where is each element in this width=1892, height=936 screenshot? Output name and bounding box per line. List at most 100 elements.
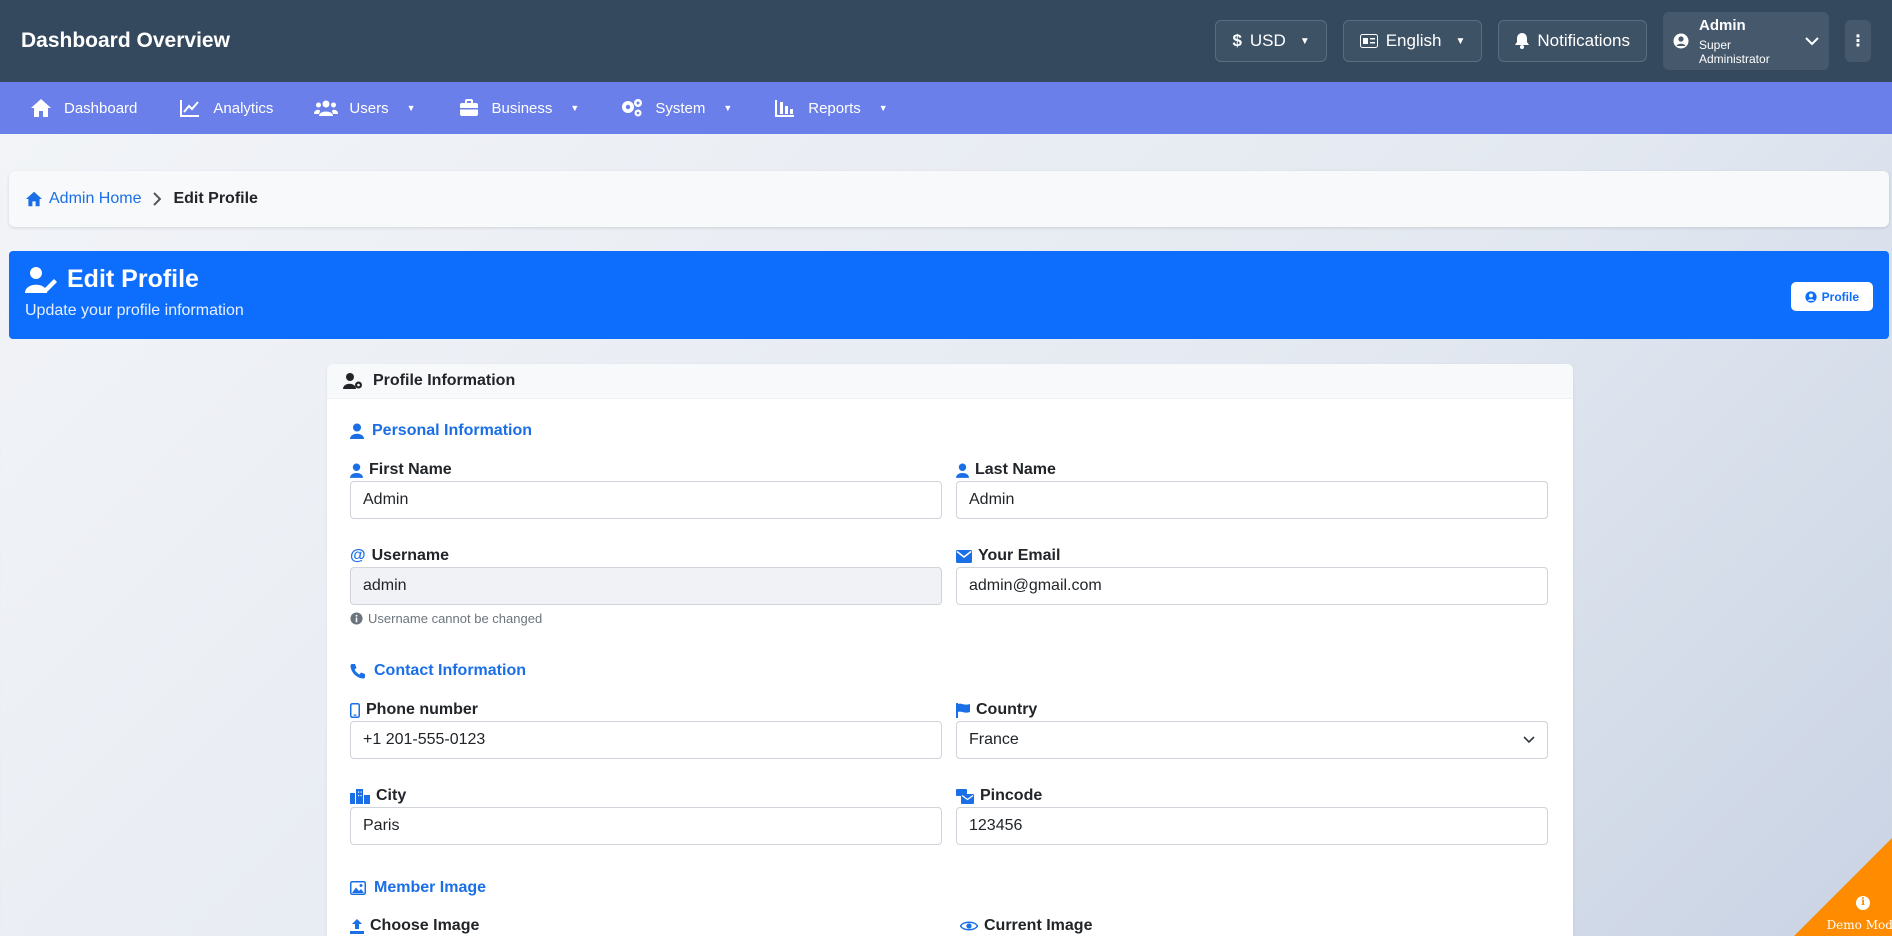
more-options-button[interactable]: ⋮ [1845,20,1871,62]
mobile-icon [350,702,360,718]
username-hint: Username cannot be changed [350,611,542,626]
caret-down-icon: ▼ [1299,35,1310,47]
bar-chart-icon [772,99,798,117]
username-field: @ Username admin Username cannot be chan… [350,546,942,632]
breadcrumb-home-label: Admin Home [49,190,142,207]
demo-mode-label: Demo Mode [1826,918,1892,932]
email-field: Your Email admin@gmail.com [956,546,1548,608]
currency-label: USD [1249,31,1286,50]
flag-icon [956,702,970,718]
city-input[interactable]: Paris [350,807,942,845]
country-select[interactable]: France [956,721,1548,759]
gears-icon [619,98,645,118]
nav-label: Dashboard [64,99,138,117]
nav-item-business[interactable]: Business ▼ [456,99,580,117]
image-icon [350,881,366,895]
breadcrumb: Admin Home Edit Profile [9,171,1889,227]
user-menu[interactable]: Admin Super Administrator [1663,12,1829,70]
section-contact-info: Contact Information [350,662,526,680]
language-dropdown[interactable]: English ▼ [1342,20,1483,62]
pincode-label: Pincode [956,786,1548,806]
username-label: @ Username [350,547,449,564]
user-role: Super Administrator [1699,37,1770,66]
city-icon [350,788,370,804]
home-icon [28,98,54,118]
language-icon [1359,34,1378,48]
caret-down-icon: ▼ [723,103,733,113]
last-name-input[interactable]: Admin [956,481,1548,519]
mail-bulk-icon [956,788,974,804]
nav-item-users[interactable]: Users ▼ [313,99,416,117]
city-label: City [350,786,942,806]
nav-label: System [655,99,706,117]
nav-label: Business [491,99,553,117]
ellipsis-vertical-icon: ⋮ [1850,33,1866,50]
phone-field: Phone number +1 201-555-0123 [350,700,942,762]
user-icon [350,423,364,439]
phone-input[interactable]: +1 201-555-0123 [350,721,942,759]
choose-image-field: Choose Image [350,916,942,936]
envelope-icon [956,549,972,563]
page-subtitle: Update your profile information [25,302,244,319]
language-label: English [1385,31,1442,50]
caret-down-icon: ▼ [1455,35,1466,47]
last-name-label: Last Name [956,460,1548,480]
at-icon: @ [350,547,366,564]
user-circle-icon [1673,33,1689,49]
first-name-input[interactable]: Admin [350,481,942,519]
country-label: Country [956,700,1548,720]
users-icon [313,99,339,117]
section-personal-info: Personal Information [350,422,532,440]
caret-down-icon: ▼ [570,103,580,113]
section-title: Personal Information [372,422,533,439]
country-selected-value: France [969,731,1019,748]
nav-item-analytics[interactable]: Analytics [177,99,273,117]
nav-item-reports[interactable]: Reports ▼ [772,99,888,117]
user-name: Admin [1699,16,1746,34]
nav-item-system[interactable]: System ▼ [619,98,732,118]
upload-icon [350,918,364,934]
nav-item-dashboard[interactable]: Dashboard [28,98,137,118]
page-header-banner: Edit Profile Update your profile informa… [9,251,1889,339]
user-edit-icon [25,266,57,294]
pincode-input[interactable]: 123456 [956,807,1548,845]
demo-mode-ribbon[interactable]: i Demo Mode [1794,838,1892,936]
page-title: Edit Profile [67,265,199,293]
city-field: City Paris [350,786,942,848]
profile-card: Profile Information Personal Information… [327,364,1573,936]
nav-label: Users [349,99,389,117]
card-header: Profile Information [327,364,1573,399]
info-circle-icon [350,612,363,625]
chevron-down-icon [1523,736,1535,744]
user-gear-icon [343,372,363,390]
currency-dropdown[interactable]: $ USD ▼ [1215,20,1327,62]
breadcrumb-current: Edit Profile [173,190,258,207]
caret-down-icon: ▼ [406,103,416,113]
main-nav: Dashboard Analytics Users ▼ Business ▼ S… [0,82,1892,134]
email-label: Your Email [956,546,1548,566]
first-name-field: First Name Admin [350,460,942,522]
chevron-right-icon [153,192,162,206]
app-title: Dashboard Overview [21,29,230,52]
current-image-field: Current Image [960,916,1552,936]
chart-line-icon [177,99,203,117]
info-icon: i [1856,896,1870,910]
email-input[interactable]: admin@gmail.com [956,567,1548,605]
eye-icon [960,920,978,932]
username-input: admin [350,567,942,605]
breadcrumb-home-link[interactable]: Admin Home [25,190,141,208]
top-bar: Dashboard Overview $ USD ▼ English ▼ Not… [0,0,1892,82]
caret-down-icon: ▼ [878,103,888,113]
card-title: Profile Information [373,372,516,389]
nav-label: Reports [808,99,861,117]
notifications-button[interactable]: Notifications [1498,20,1647,62]
phone-label: Phone number [350,700,942,720]
first-name-label: First Name [350,460,942,480]
last-name-field: Last Name Admin [956,460,1548,522]
notifications-label: Notifications [1537,31,1630,50]
choose-image-label: Choose Image [350,916,942,936]
user-icon [350,463,363,478]
current-image-label: Current Image [960,916,1552,936]
briefcase-icon [456,99,482,117]
profile-button[interactable]: Profile [1790,282,1873,311]
